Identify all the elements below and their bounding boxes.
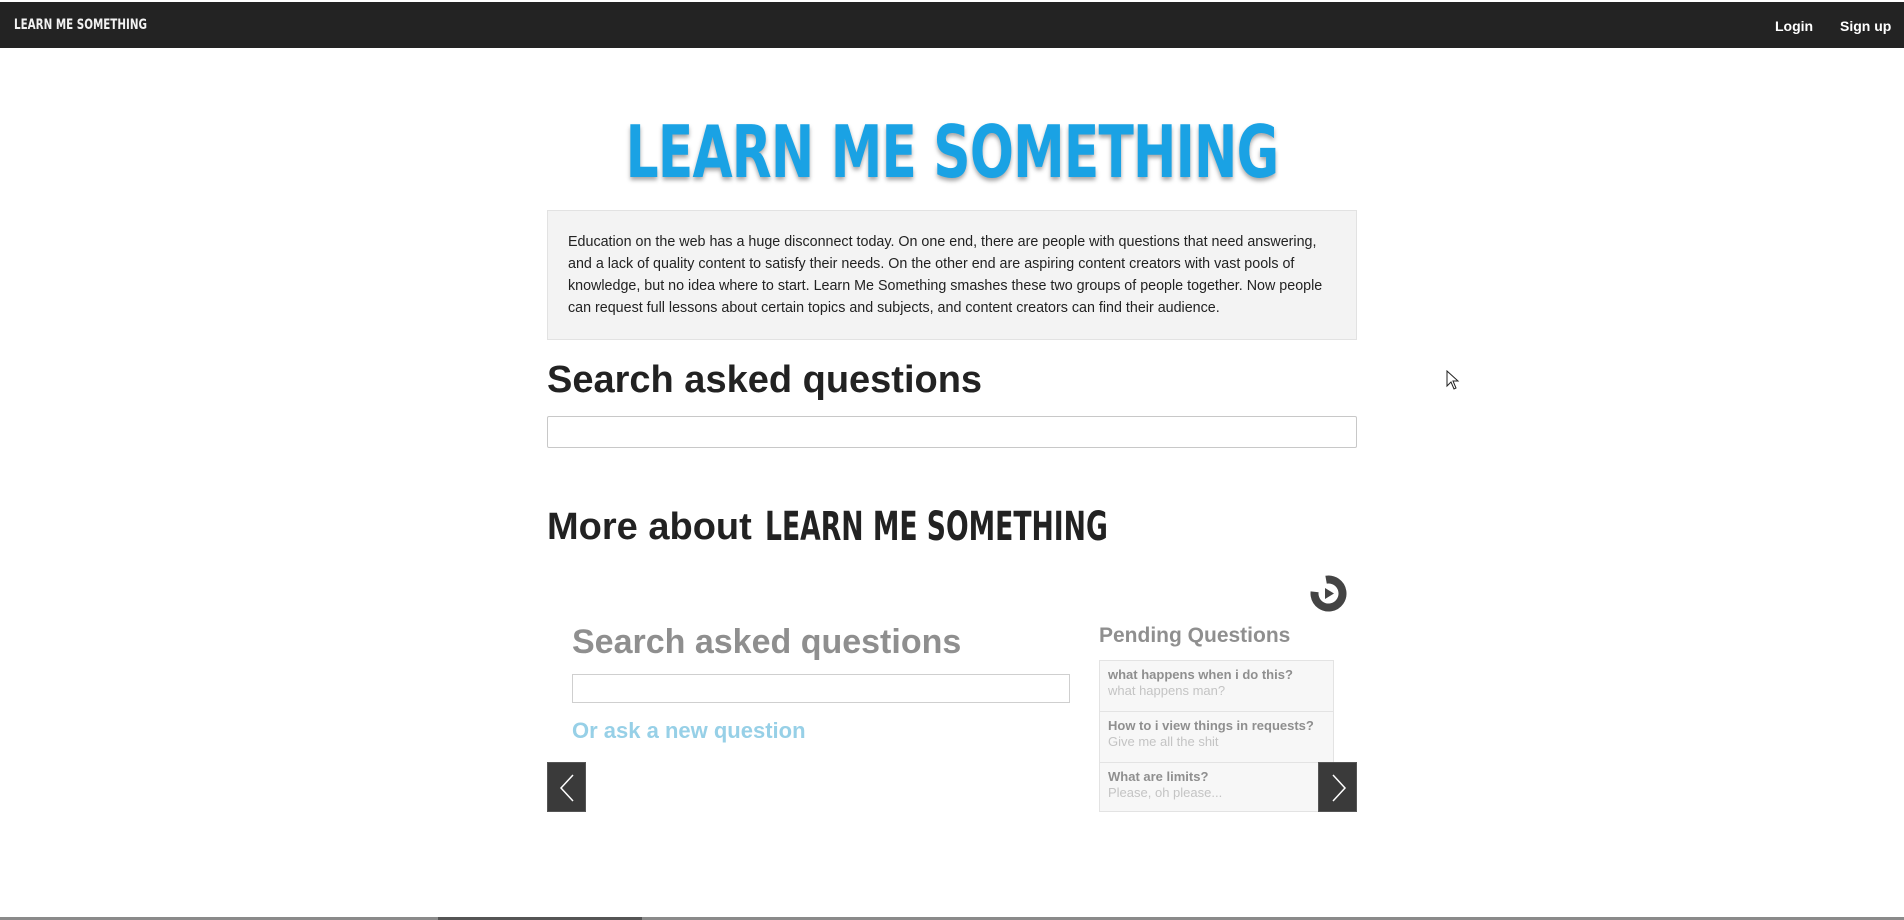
navbar-brand[interactable]: LEARN ME SOMETHING	[14, 17, 147, 33]
slideshow-prev-button[interactable]	[547, 762, 586, 812]
pending-question-detail: Please, oh please...	[1108, 785, 1223, 800]
slideshow-next-button[interactable]	[1318, 762, 1357, 812]
pending-question-item: How to i view things in requests? Give m…	[1100, 712, 1333, 763]
pending-questions-heading: Pending Questions	[1099, 624, 1291, 647]
top-navbar: LEARN ME SOMETHING Login Sign up	[0, 2, 1904, 48]
pending-question-title: what happens when i do this?	[1108, 667, 1293, 682]
hero-logo: LEARN ME SOMETHING	[625, 110, 1280, 194]
search-heading: Search asked questions	[547, 359, 983, 401]
pending-question-title: What are limits?	[1108, 769, 1209, 784]
more-about-heading: More about	[547, 506, 752, 548]
pending-questions-list: what happens when i do this? what happen…	[1099, 660, 1334, 812]
mouse-cursor-icon	[1446, 370, 1460, 390]
login-link[interactable]: Login	[1775, 18, 1813, 34]
more-about-logo: LEARN ME SOMETHING	[765, 504, 1108, 550]
pending-question-title: How to i view things in requests?	[1108, 718, 1314, 733]
pending-question-item: what happens when i do this? what happen…	[1100, 661, 1333, 712]
chevron-right-icon	[1332, 774, 1347, 802]
chevron-left-icon	[559, 774, 574, 802]
ask-new-question-link: Or ask a new question	[572, 718, 806, 743]
pending-question-item: What are limits? Please, oh please...	[1100, 763, 1333, 811]
signup-link[interactable]: Sign up	[1840, 18, 1891, 34]
play-icon[interactable]	[1310, 575, 1347, 612]
pending-question-detail: Give me all the shit	[1108, 734, 1219, 749]
search-input[interactable]	[547, 416, 1357, 448]
slide-search-heading: Search asked questions	[572, 623, 962, 661]
pending-question-detail: what happens man?	[1108, 683, 1226, 698]
intro-text: Education on the web has a huge disconne…	[547, 210, 1357, 340]
slide-search-input	[572, 674, 1070, 703]
